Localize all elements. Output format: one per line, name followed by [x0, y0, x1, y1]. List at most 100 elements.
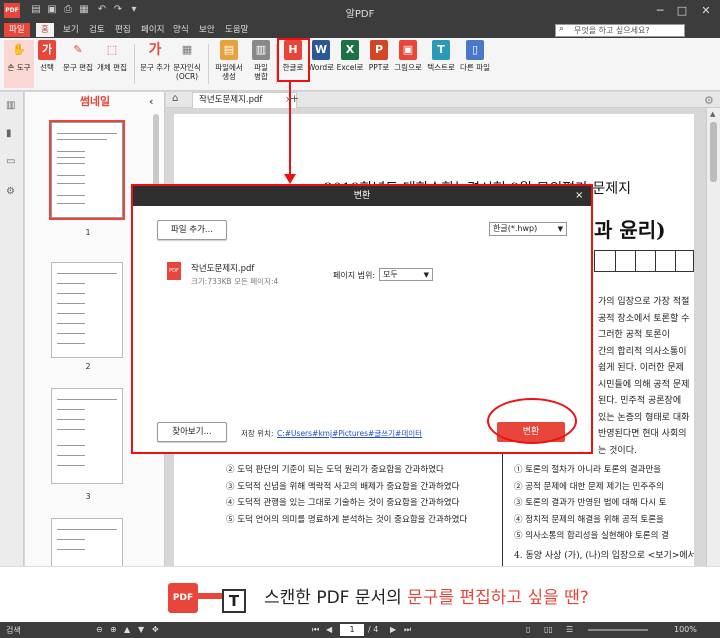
maximize-button[interactable]: □ [672, 3, 692, 19]
save-icon[interactable]: ▣ [46, 4, 58, 16]
page-total: / 4 [368, 625, 379, 634]
attachment-icon[interactable]: ⚙ [6, 186, 18, 198]
menu-help[interactable]: 도움말 [220, 23, 253, 37]
ocr-button[interactable]: ▦ 문자인식 (OCR) [172, 40, 202, 88]
print-icon[interactable]: ⎙ [62, 4, 74, 16]
thumbnail-page-3[interactable] [51, 388, 123, 484]
format-select[interactable]: 한글(*.hwp) ▼ [489, 222, 567, 236]
menu-home[interactable]: 홈 [36, 23, 54, 37]
question-4: 4. 동양 사상 (가), (나)의 입장으로 <보기>에서 [514, 551, 694, 561]
option-line: ⑤ 도덕 언어의 의미를 명료하게 분석하는 것이 중요함을 간과하였다 [226, 514, 468, 525]
text-line: 된다. 민주적 공론장에 [598, 396, 682, 406]
minimize-button[interactable]: ─ [650, 3, 670, 19]
text-line: 공적 장소에서 토론할 수 [598, 313, 690, 324]
option-line: ④ 도덕적 관행을 있는 그대로 기술하는 것이 중요함을 간과하였다 [226, 498, 460, 508]
dialog-titlebar: 변환 × [133, 186, 591, 206]
ocr-icon: ▦ [181, 43, 193, 56]
dialog-close-icon[interactable]: × [575, 186, 583, 206]
menu-page[interactable]: 페이지 [136, 23, 169, 37]
last-page-icon[interactable]: ⏭ [404, 625, 411, 635]
continuous-icon[interactable]: ☰ [566, 625, 573, 634]
exam-subject: 과 윤리) [594, 218, 666, 242]
thumbnail-page-number: 3 [85, 492, 91, 501]
add-text-icon: 가 [148, 42, 162, 58]
chevron-down-icon: ▼ [557, 225, 563, 233]
left-options: ② 도덕 판단의 기준이 되는 도덕 원리가 중요함을 간과하였다 ③ 도덕적 … [226, 462, 467, 528]
create-from-file-icon: ▤ [220, 40, 238, 60]
first-page-icon[interactable]: ⏮ [312, 625, 319, 635]
thumbnail-title: 썸네일 [79, 95, 111, 108]
image-icon: ▣ [399, 40, 417, 60]
annotation-ellipse [487, 398, 577, 444]
folder-icon[interactable]: ▤ [30, 4, 42, 16]
customize-icon[interactable]: ▾ [128, 4, 140, 16]
option-line: ③ 도덕적 신념을 위해 맥락적 사고의 배제가 중요함을 간과하였다 [226, 481, 460, 492]
annotation-highlight-box [277, 38, 310, 82]
status-search-label[interactable]: 검색 [6, 625, 21, 636]
text-line: 반영된다면 현대 사회의 [598, 429, 687, 439]
search-icon: ⌕ [559, 24, 565, 34]
single-page-icon[interactable]: ▯ [526, 625, 530, 634]
promo-banner[interactable]: PDF T 스캔한 PDF 문서의 문구를 편집하고 싶을 땐? [0, 566, 720, 622]
gear-icon[interactable]: ⚙ [704, 94, 714, 107]
collapse-chevron-icon[interactable]: ‹ [149, 92, 154, 112]
open-icon[interactable]: ▦ [78, 4, 90, 16]
next-page-icon[interactable]: ▶ [390, 625, 396, 634]
menu-security[interactable]: 보안 [194, 23, 220, 37]
page-range-select[interactable]: 모두 ▼ [379, 268, 433, 281]
option-line: ⑤ 의사소통의 합리성을 실현해야 토론의 결 [514, 531, 669, 541]
zoom-level[interactable]: 100% [674, 625, 697, 634]
two-page-icon[interactable]: ▯▯ [544, 625, 553, 634]
text-line: 간의 합리적 의사소통이 [598, 346, 687, 357]
menu-view[interactable]: 보기 [58, 23, 84, 37]
file-meta: 크기:733KB 모든 페이지:4 [191, 277, 279, 286]
add-file-button[interactable]: 파일 추가... [157, 220, 227, 240]
format-value: 한글(*.hwp) [493, 224, 538, 233]
vertical-scrollbar[interactable]: ▲ [706, 108, 720, 622]
text-line: 쉽게 된다. 이러한 문제 [598, 363, 684, 373]
option-line: ② 도덕 판단의 기준이 되는 도덕 원리가 중요함을 간과하였다 [226, 465, 444, 475]
thumbnail-page-2[interactable] [51, 262, 123, 358]
score-grid [594, 250, 694, 272]
zoom-in-icon[interactable]: ⊕ [110, 625, 117, 634]
close-button[interactable]: ✕ [696, 3, 716, 19]
thumbnail-page-number: 2 [85, 362, 91, 371]
browse-button[interactable]: 찾아보기... [157, 422, 227, 442]
zoom-slider[interactable] [588, 629, 648, 631]
title-bar: 알PDF PDF ▤ ▣ ⎙ ▦ ↶ ↷ ▾ ─ □ ✕ [0, 0, 720, 22]
thumbnails-icon[interactable]: ▥ [6, 100, 18, 112]
other-file-icon: ▯ [466, 40, 484, 60]
prev-page-icon[interactable]: ◀ [326, 625, 332, 634]
save-path-link[interactable]: C:#Users#kmj#Pictures#글쓰기#데이터 [277, 428, 422, 439]
document-tab-label: 작년도문제지.pdf [199, 95, 263, 105]
zoom-out-icon[interactable]: ⊖ [96, 625, 103, 634]
edit-object-icon: ⬚ [106, 43, 118, 56]
menu-file[interactable]: 파일 [4, 23, 30, 37]
menu-edit[interactable]: 편집 [110, 23, 136, 37]
to-other-file-button[interactable]: ▯ 다른 파일 [460, 40, 490, 88]
rotate-down-icon[interactable]: ▼ [138, 625, 144, 634]
undo-icon[interactable]: ↶ [96, 4, 108, 16]
edit-object-button[interactable]: ⬚ 개체 편집 [97, 40, 127, 88]
thumbnail-scrollbar[interactable] [153, 114, 159, 194]
comment-icon[interactable]: ▭ [6, 156, 18, 168]
redo-icon[interactable]: ↷ [112, 4, 124, 16]
fit-icon[interactable]: ✥ [152, 625, 159, 634]
option-line: ④ 정치적 문제의 해결을 위해 공적 토론을 [514, 514, 664, 525]
bookmark-icon[interactable]: ▮ [6, 128, 18, 140]
hand-icon: ✋ [12, 43, 26, 56]
banner-text-plain: 스캔한 PDF 문서의 [264, 588, 408, 608]
scroll-thumb[interactable] [710, 122, 717, 182]
thumbnail-page-1[interactable] [49, 120, 125, 220]
text-box-icon: T [222, 589, 246, 613]
ppt-icon: P [370, 40, 388, 60]
left-rail: ▥ ▮ ▭ ⚙ [0, 92, 24, 622]
search-input[interactable]: 무엇을 하고 싶으세요? [555, 24, 685, 37]
word-icon: W [312, 40, 330, 60]
menu-form[interactable]: 양식 [168, 23, 194, 37]
page-number-input[interactable]: 1 [340, 624, 364, 636]
menu-review[interactable]: 검토 [84, 23, 110, 37]
text-line: 는 것이다. [598, 445, 637, 456]
rotate-up-icon[interactable]: ▲ [124, 625, 130, 634]
home-icon[interactable]: ⌂ [172, 93, 178, 104]
